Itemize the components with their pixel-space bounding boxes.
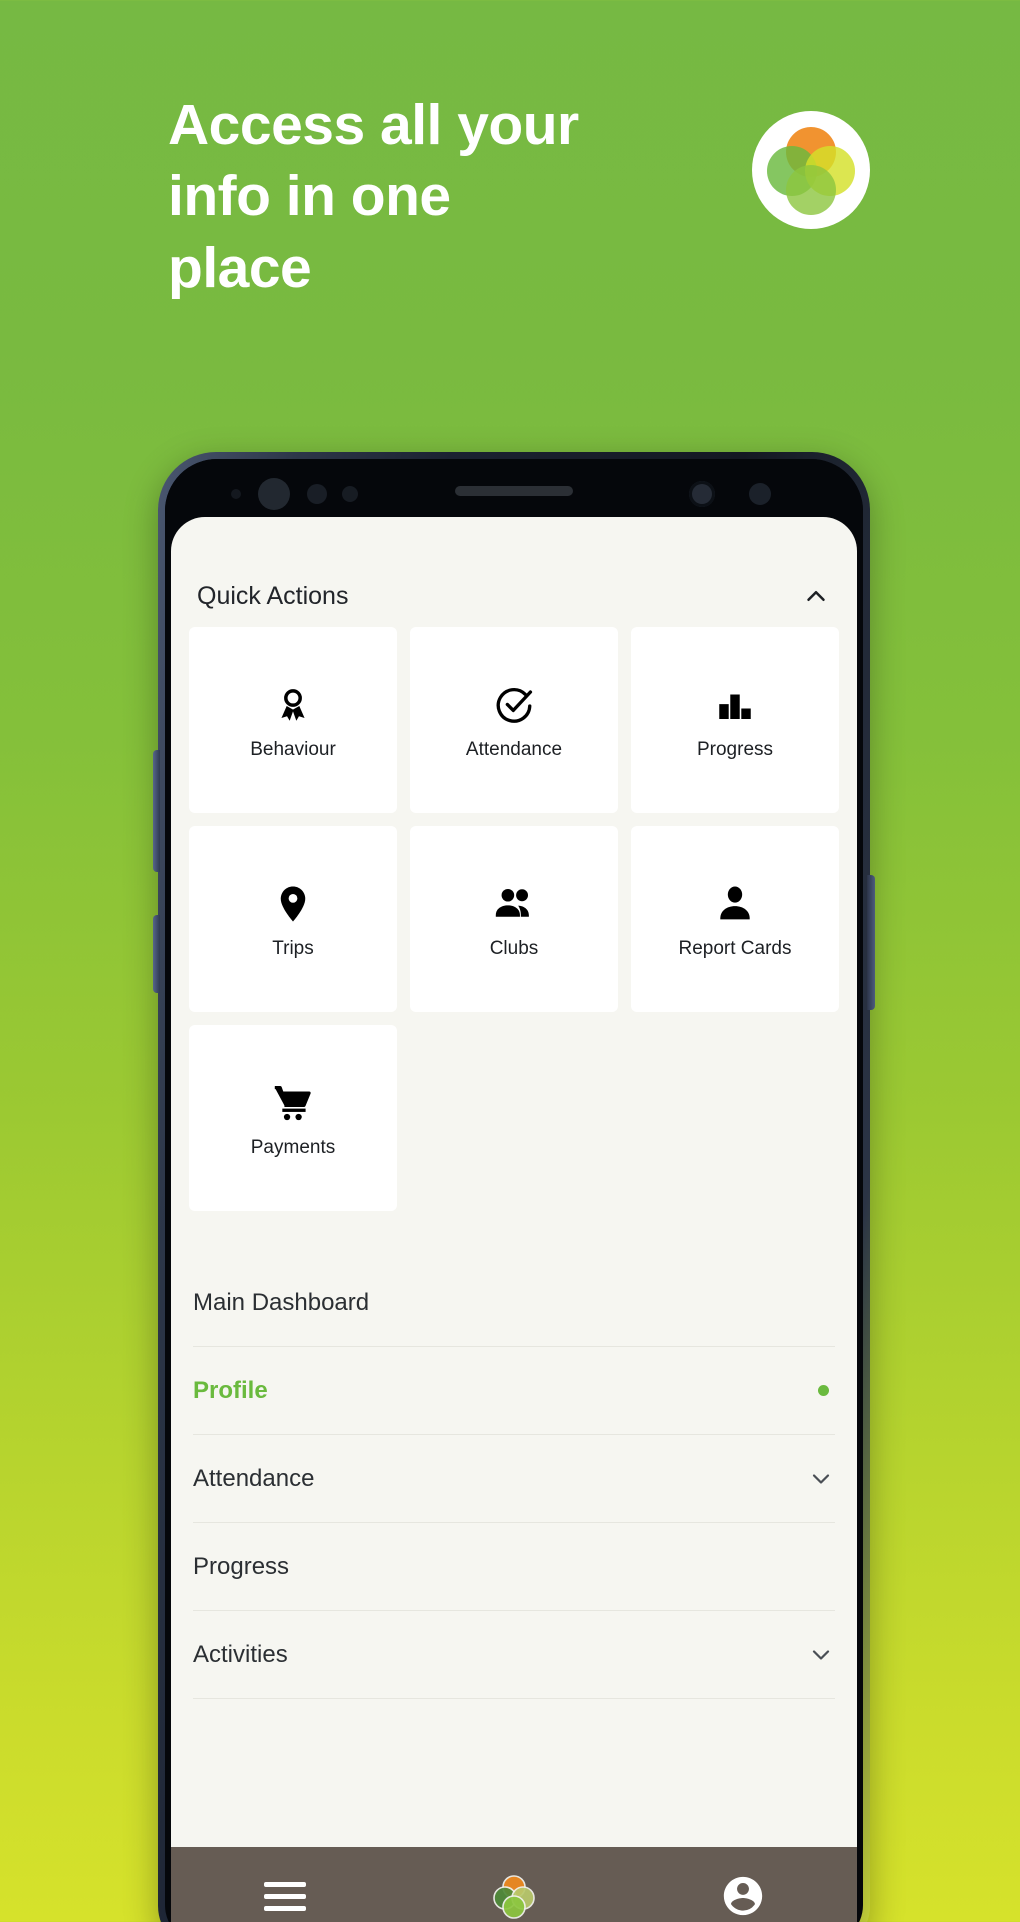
menu-item-attendance[interactable]: Attendance	[193, 1435, 835, 1523]
menu-item-overflow	[193, 1699, 835, 1787]
quick-action-label: Attendance	[465, 738, 563, 760]
quick-actions-title: Quick Actions	[197, 581, 349, 610]
led-indicator-icon	[342, 486, 358, 502]
iris-camera-icon	[258, 478, 290, 510]
menu-item-main-dashboard[interactable]: Main Dashboard	[193, 1259, 835, 1347]
quick-action-label: Progress	[696, 738, 774, 760]
quick-action-label: Payments	[250, 1136, 336, 1158]
power-button[interactable]	[867, 875, 875, 1010]
four-petal-brand-logo-icon	[752, 111, 870, 229]
menu-item-label: Profile	[193, 1376, 268, 1404]
quick-action-payments[interactable]: Payments	[189, 1025, 397, 1211]
menu-item-label: Progress	[193, 1552, 290, 1580]
quick-action-label: Report Cards	[678, 937, 792, 959]
front-camera-icon	[689, 481, 715, 507]
quick-action-clubs[interactable]: Clubs	[410, 826, 618, 1012]
four-petal-brand-logo-icon[interactable]	[489, 1871, 539, 1921]
extra-sensor-icon	[749, 483, 771, 505]
menu-item-activities[interactable]: Activities	[193, 1611, 835, 1699]
quick-action-attendance[interactable]: Attendance	[410, 627, 618, 813]
map-pin-icon	[272, 879, 314, 925]
earpiece-speaker-grille-icon	[455, 486, 573, 496]
phone-mockup: Quick Actions Behaviour Attendance Progr…	[158, 452, 870, 1922]
person-icon	[714, 879, 756, 925]
light-sensor-icon	[307, 484, 327, 504]
nav-item-menu[interactable]	[225, 1847, 345, 1922]
quick-action-report-cards[interactable]: Report Cards	[631, 826, 839, 1012]
chevron-down-icon[interactable]	[807, 1465, 835, 1493]
phone-top-bezel	[165, 459, 863, 521]
menu-item-label: Activities	[193, 1640, 288, 1668]
award-ribbon-icon	[272, 680, 314, 726]
nav-item-home[interactable]	[454, 1847, 574, 1922]
menu-item-profile[interactable]: Profile	[193, 1347, 835, 1435]
chevron-down-icon[interactable]	[807, 1641, 835, 1669]
nav-item-account[interactable]	[683, 1847, 803, 1922]
menu-item-progress[interactable]: Progress	[193, 1523, 835, 1611]
account-circle-icon[interactable]	[720, 1873, 766, 1919]
status-dot-icon	[818, 1385, 829, 1396]
volume-down-button[interactable]	[153, 915, 160, 993]
quick-action-label: Trips	[272, 937, 314, 959]
check-circle-icon	[493, 680, 535, 726]
app-screen: Quick Actions Behaviour Attendance Progr…	[171, 517, 857, 1922]
grid-empty-cell	[631, 1025, 839, 1211]
proximity-sensor-icon	[231, 489, 241, 499]
quick-actions-grid: Behaviour Attendance Progress Trips Club…	[171, 621, 857, 1211]
chevron-up-icon[interactable]	[801, 581, 831, 611]
grid-empty-cell	[410, 1025, 618, 1211]
quick-actions-header[interactable]: Quick Actions	[171, 517, 857, 621]
quick-action-progress[interactable]: Progress	[631, 627, 839, 813]
quick-action-label: Behaviour	[250, 738, 336, 760]
quick-action-trips[interactable]: Trips	[189, 826, 397, 1012]
shopping-cart-icon	[272, 1078, 314, 1124]
brand-logo-petals	[767, 127, 855, 215]
people-group-icon	[491, 879, 537, 925]
hero-banner: Access all your info in one place	[0, 0, 1020, 450]
quick-action-label: Clubs	[489, 937, 539, 959]
bar-chart-icon	[714, 680, 756, 726]
page-title: Access all your info in one place	[168, 93, 579, 300]
nav-logo-petals	[493, 1875, 535, 1919]
volume-up-button[interactable]	[153, 750, 160, 872]
menu-item-label: Main Dashboard	[193, 1288, 370, 1316]
main-menu-list: Main Dashboard Profile Attendance Progre…	[171, 1259, 857, 1787]
bottom-navigation-bar	[171, 1847, 857, 1922]
quick-action-behaviour[interactable]: Behaviour	[189, 627, 397, 813]
menu-item-label: Attendance	[193, 1464, 315, 1492]
phone-screen-glass: Quick Actions Behaviour Attendance Progr…	[165, 459, 863, 1922]
hamburger-menu-icon[interactable]	[264, 1875, 307, 1918]
